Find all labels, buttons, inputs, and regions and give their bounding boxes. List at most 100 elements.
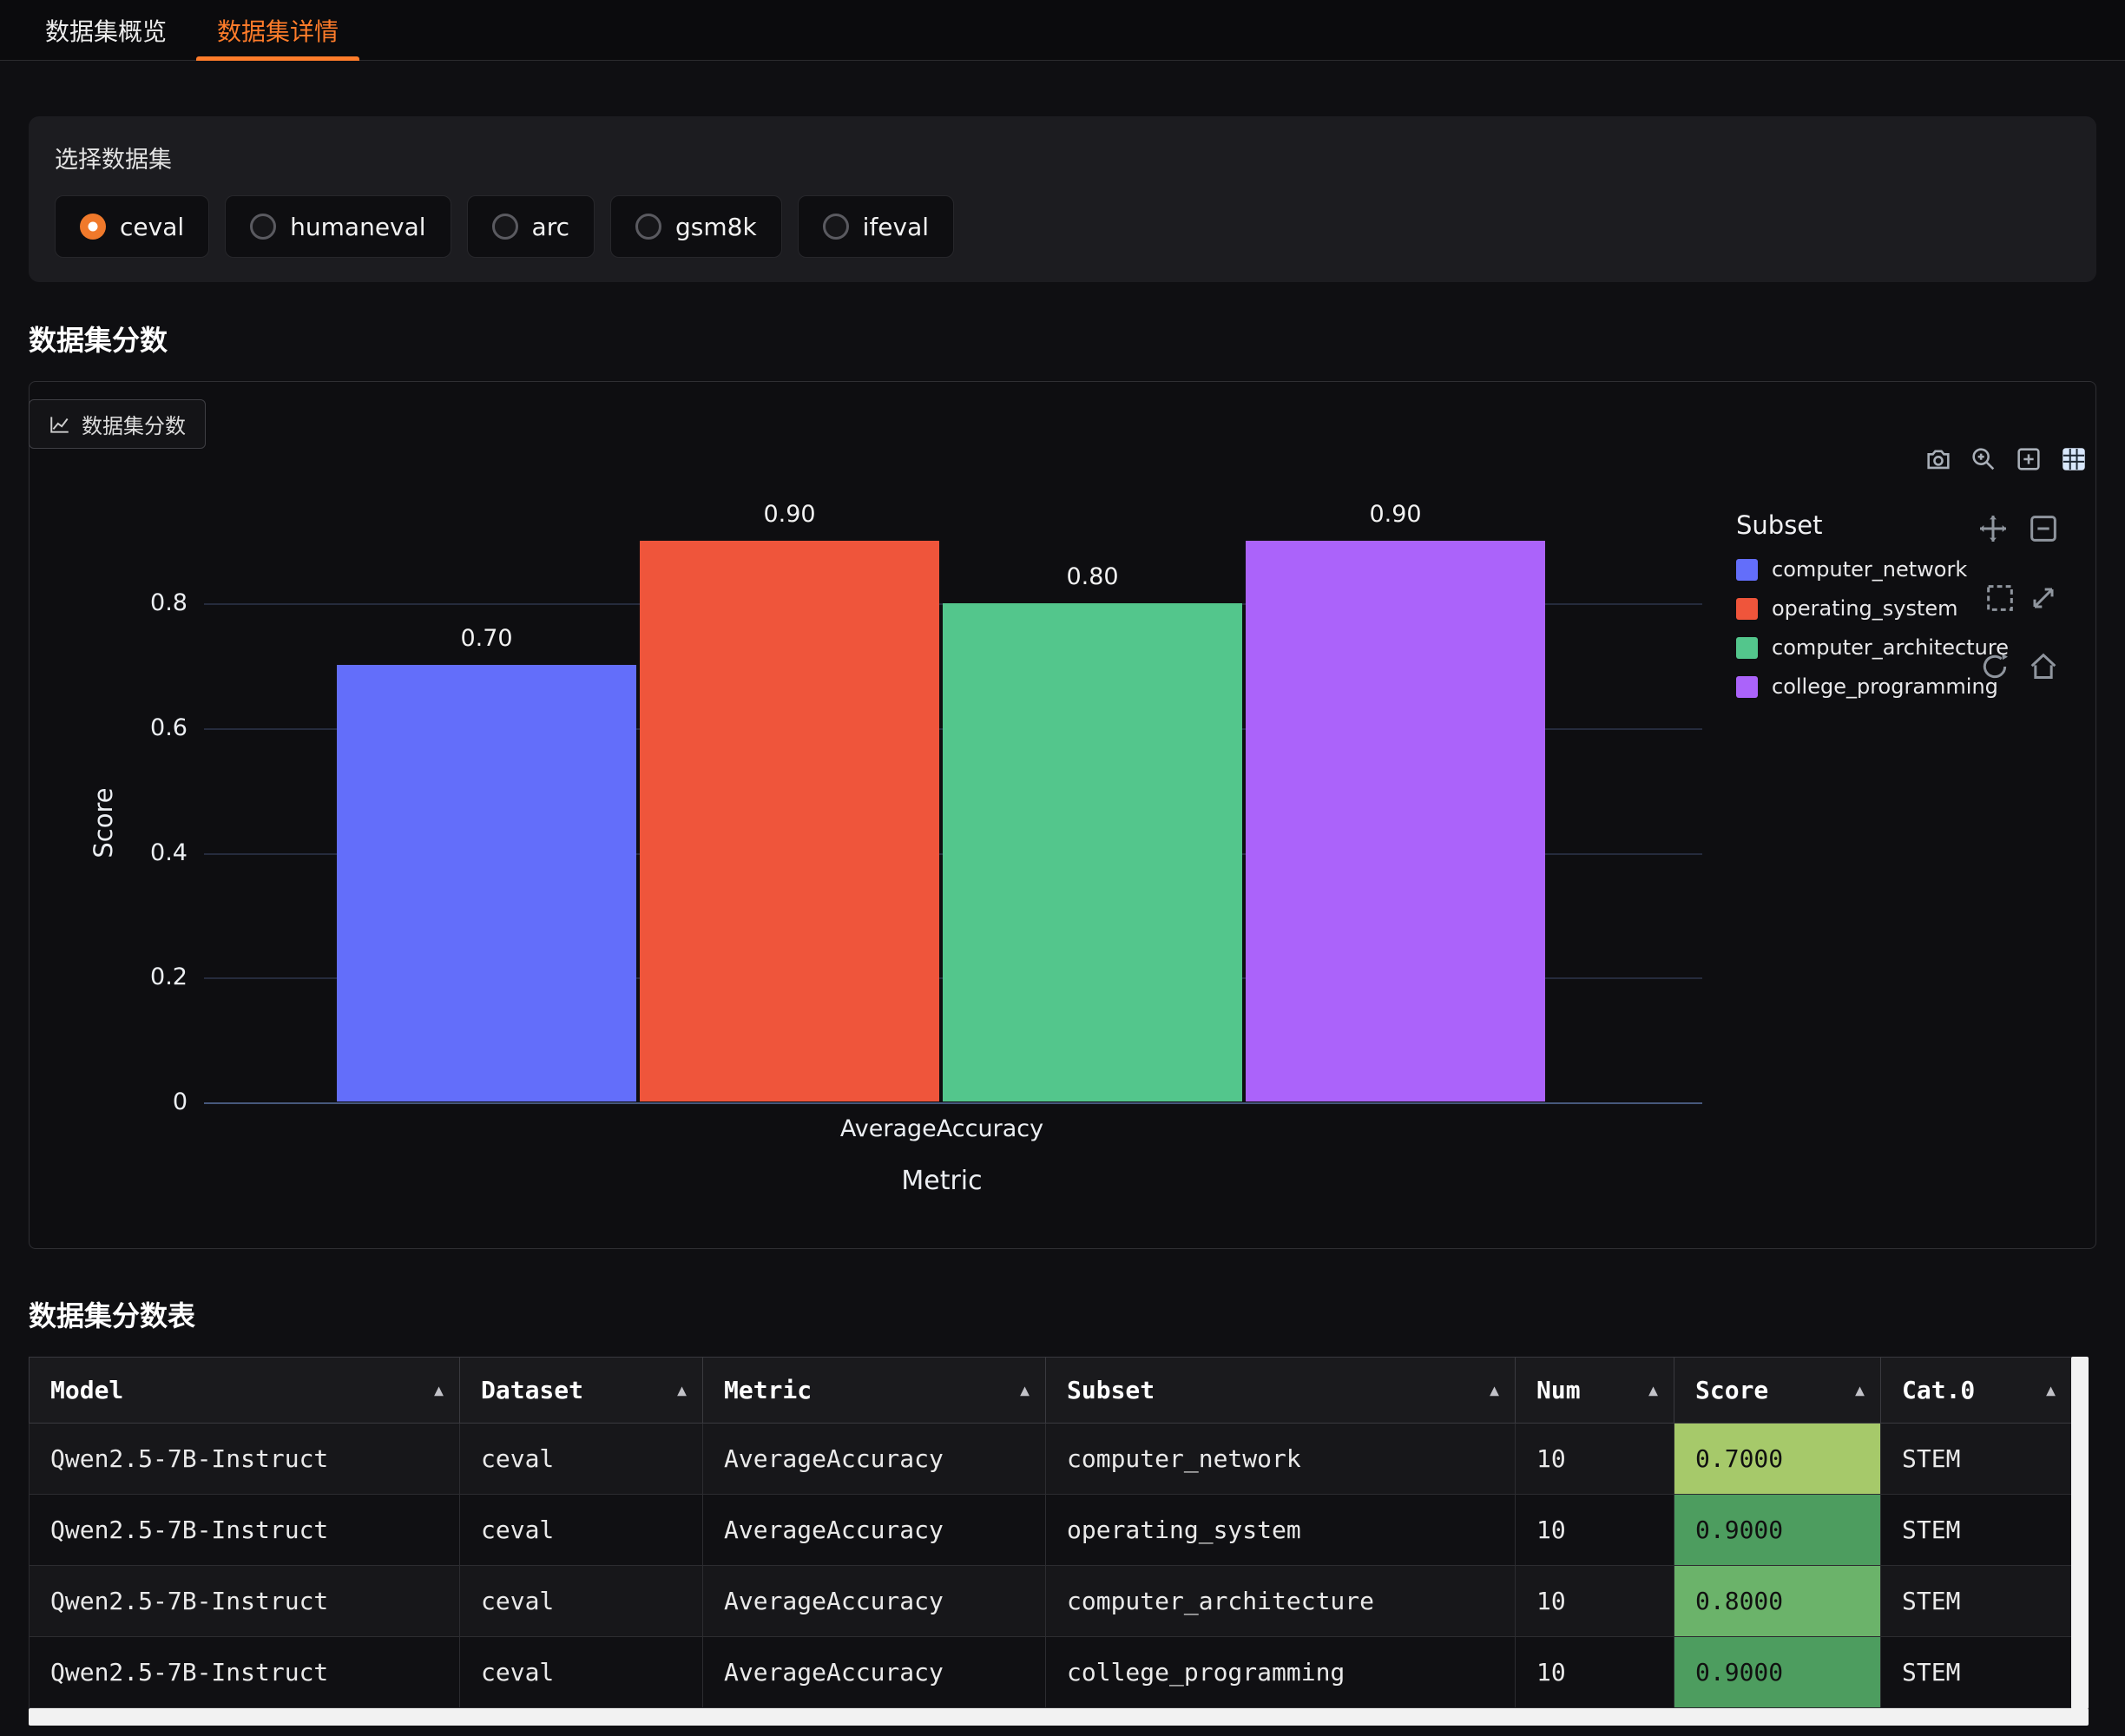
zoom-in-icon[interactable] xyxy=(2014,444,2043,474)
legend-label: college_programming xyxy=(1772,674,1998,699)
table-horizontal-scrollbar[interactable] xyxy=(29,1708,2089,1726)
table-view-icon[interactable] xyxy=(2059,444,2089,474)
cell-model: Qwen2.5-7B-Instruct xyxy=(30,1495,460,1566)
y-axis-title: Score xyxy=(89,787,118,858)
col-header-label: Subset xyxy=(1067,1376,1155,1404)
legend-title: Subset xyxy=(1736,510,2009,540)
table-row: Qwen2.5-7B-Instruct ceval AverageAccurac… xyxy=(30,1637,2072,1708)
autoscale-icon[interactable] xyxy=(2026,581,2061,615)
table-row: Qwen2.5-7B-Instruct ceval AverageAccurac… xyxy=(30,1566,2072,1637)
radio-option-ceval[interactable]: ceval xyxy=(55,195,209,258)
x-axis-line xyxy=(204,1102,1702,1104)
chart-line-icon xyxy=(49,413,71,436)
section-title-score-table: 数据集分数表 xyxy=(29,1294,2096,1334)
col-header-label: Cat.0 xyxy=(1902,1376,1975,1404)
legend-label: operating_system xyxy=(1772,596,1958,621)
cell-subset: college_programming xyxy=(1046,1637,1516,1708)
radio-selected-icon xyxy=(80,214,106,240)
legend-label: computer_network xyxy=(1772,557,1967,582)
legend-item-computer_architecture[interactable]: computer_architecture xyxy=(1736,635,2009,660)
legend-swatch xyxy=(1736,676,1758,698)
bar-value-label: 0.90 xyxy=(640,501,939,528)
camera-icon[interactable] xyxy=(1924,444,1953,474)
cell-num: 10 xyxy=(1516,1637,1674,1708)
chart-legend: Subset computer_network operating_systemc… xyxy=(1736,510,2009,713)
legend-item-operating_system[interactable]: operating_system xyxy=(1736,596,2009,621)
cell-dataset: ceval xyxy=(460,1495,703,1566)
x-tick-label: AverageAccuracy xyxy=(812,1115,1072,1142)
sort-asc-icon: ▲ xyxy=(1020,1381,1030,1399)
col-header-dataset[interactable]: Dataset▲ xyxy=(460,1358,703,1424)
cell-subset: computer_architecture xyxy=(1046,1566,1516,1637)
score-cell: 0.9000 xyxy=(1674,1495,1881,1566)
chart-modebar xyxy=(1924,444,2089,474)
radio-option-arc[interactable]: arc xyxy=(467,195,595,258)
cell-cat0: STEM xyxy=(1881,1566,2072,1637)
y-tick-label: 0.6 xyxy=(30,714,188,741)
cell-model: Qwen2.5-7B-Instruct xyxy=(30,1424,460,1495)
table-vertical-scrollbar[interactable] xyxy=(2071,1357,2089,1709)
bar-computer_architecture: 0.80 xyxy=(943,603,1242,1101)
col-header-score[interactable]: Score ▲ xyxy=(1674,1358,1881,1424)
table-row: Qwen2.5-7B-Instruct ceval AverageAccurac… xyxy=(30,1424,2072,1495)
col-header-label: Score xyxy=(1695,1376,1768,1404)
radio-label: gsm8k xyxy=(675,213,757,241)
legend-swatch xyxy=(1736,559,1758,581)
table-header-row: Model▲ Dataset▲ Metric▲ Subset▲ Num▲ Sco… xyxy=(30,1358,2072,1424)
plot-area: 数据集分数 xyxy=(29,381,2096,1249)
chart-type-tab[interactable]: 数据集分数 xyxy=(29,399,206,449)
legend-item-computer_network[interactable]: computer_network xyxy=(1736,557,2009,582)
cell-subset: computer_network xyxy=(1046,1424,1516,1495)
col-header-label: Dataset xyxy=(481,1376,583,1404)
score-cell: 0.8000 xyxy=(1674,1566,1881,1637)
sort-asc-icon: ▲ xyxy=(1648,1381,1658,1399)
sort-asc-icon: ▲ xyxy=(2046,1381,2056,1399)
sort-asc-icon: ▲ xyxy=(434,1381,444,1399)
bar-operating_system: 0.90 xyxy=(640,541,939,1101)
cell-cat0: STEM xyxy=(1881,1637,2072,1708)
legend-item-college_programming[interactable]: college_programming xyxy=(1736,674,2009,699)
cell-metric: AverageAccuracy xyxy=(703,1424,1046,1495)
col-header-cat0[interactable]: Cat.0 ▲ xyxy=(1881,1358,2072,1424)
radio-icon xyxy=(492,214,518,240)
bar-college_programming: 0.90 xyxy=(1246,541,1545,1101)
col-header-metric[interactable]: Metric▲ xyxy=(703,1358,1046,1424)
sort-asc-icon: ▲ xyxy=(1490,1381,1499,1399)
sort-asc-icon: ▲ xyxy=(1855,1381,1865,1399)
dataset-radio-group: ceval humaneval arc gsm8k ifeval xyxy=(55,195,2070,258)
radio-option-humaneval[interactable]: humaneval xyxy=(225,195,451,258)
col-header-num[interactable]: Num▲ xyxy=(1516,1358,1674,1424)
section-title-scores: 数据集分数 xyxy=(29,319,2096,358)
table-row: Qwen2.5-7B-Instruct ceval AverageAccurac… xyxy=(30,1495,2072,1566)
tab-dataset-overview[interactable]: 数据集概览 xyxy=(24,0,188,60)
bar-value-label: 0.80 xyxy=(943,563,1242,590)
cell-model: Qwen2.5-7B-Instruct xyxy=(30,1637,460,1708)
cell-dataset: ceval xyxy=(460,1637,703,1708)
col-header-subset[interactable]: Subset ▲ xyxy=(1046,1358,1516,1424)
bar-computer_network: 0.70 xyxy=(337,665,636,1101)
cell-dataset: ceval xyxy=(460,1424,703,1495)
cell-dataset: ceval xyxy=(460,1566,703,1637)
chart-tab-label: 数据集分数 xyxy=(82,409,186,439)
cell-num: 10 xyxy=(1516,1424,1674,1495)
zoom-icon[interactable] xyxy=(1969,444,1998,474)
x-axis-title: Metric xyxy=(812,1166,1072,1196)
dataset-selector-label: 选择数据集 xyxy=(55,141,2070,174)
tab-bar: 数据集概览 数据集详情 xyxy=(0,0,2125,61)
score-cell: 0.9000 xyxy=(1674,1637,1881,1708)
cell-model: Qwen2.5-7B-Instruct xyxy=(30,1566,460,1637)
cell-subset: operating_system xyxy=(1046,1495,1516,1566)
home-icon[interactable] xyxy=(2026,649,2061,684)
tab-dataset-details[interactable]: 数据集详情 xyxy=(196,0,359,60)
zoom-out-icon[interactable] xyxy=(2026,511,2061,546)
cell-metric: AverageAccuracy xyxy=(703,1566,1046,1637)
radio-option-gsm8k[interactable]: gsm8k xyxy=(610,195,782,258)
radio-option-ifeval[interactable]: ifeval xyxy=(798,195,954,258)
cell-num: 10 xyxy=(1516,1495,1674,1566)
legend-swatch xyxy=(1736,598,1758,620)
col-header-model[interactable]: Model▲ xyxy=(30,1358,460,1424)
score-cell: 0.7000 xyxy=(1674,1424,1881,1495)
legend-label: computer_architecture xyxy=(1772,635,2009,660)
y-tick-label: 0 xyxy=(30,1088,188,1115)
score-table-wrap: Model▲ Dataset▲ Metric▲ Subset▲ Num▲ Sco… xyxy=(29,1357,2089,1726)
